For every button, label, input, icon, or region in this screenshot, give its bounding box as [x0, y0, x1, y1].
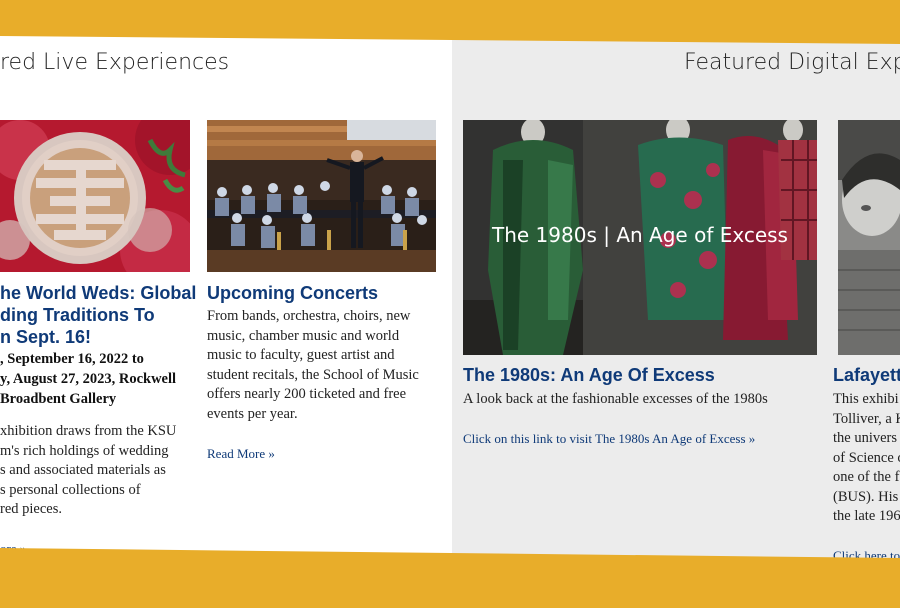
wedding-title-line: ding Traditions To [0, 305, 155, 325]
concerts-card-title[interactable]: Upcoming Concerts [207, 282, 378, 304]
concerts-desc-line: music, chamber music and world [207, 327, 400, 344]
wedding-desc-line: red pieces. [0, 501, 62, 517]
wedding-date-line: Broadbent Gallery [0, 391, 117, 407]
eighties-card-description: A look back at the fashionable excesses … [463, 391, 768, 407]
bottom-frame-band [0, 548, 900, 608]
lafayette-desc-line: This exhibi [833, 391, 899, 407]
wedding-title-line: n Sept. 16! [0, 327, 92, 347]
wedding-card-title[interactable]: he World Weds: Global ding Traditions To… [0, 282, 196, 348]
wedding-card-description: xhibition draws from the KSU m's rich ho… [0, 422, 176, 520]
eighties-visit-link[interactable]: Click on this link to visit The 1980s An… [463, 431, 755, 447]
concerts-card-description: From bands, orchestra, choirs, new music… [207, 307, 419, 424]
concerts-desc-line: events per year. [207, 405, 298, 422]
concerts-desc-line: From bands, orchestra, choirs, new [207, 308, 411, 324]
eighties-card-title[interactable]: The 1980s: An Age Of Excess [463, 364, 715, 386]
wedding-desc-line: m's rich holdings of wedding [0, 442, 169, 459]
digital-experiences-heading: Featured Digital Exper [684, 50, 900, 75]
concerts-read-more-link[interactable]: Read More » [207, 446, 275, 462]
concerts-desc-line: student recitals, the School of Music [207, 366, 419, 383]
wedding-date-line: , September 16, 2022 to [0, 351, 144, 367]
lafayette-card-description: This exhibi Tolliver, a K the univers of… [833, 390, 900, 527]
wedding-desc-line: xhibition draws from the KSU [0, 423, 177, 439]
lafayette-desc-line: one of the f [833, 469, 900, 485]
wedding-desc-line: s personal collections of [0, 481, 141, 498]
wedding-card-dates: , September 16, 2022 to y, August 27, 20… [0, 349, 176, 409]
wedding-embroidery-image[interactable] [0, 120, 190, 272]
wedding-title-line: he World Weds: Global [0, 283, 197, 303]
concert-image[interactable] [207, 120, 436, 272]
wedding-desc-line: s and associated materials as [0, 462, 166, 478]
live-experiences-heading: red Live Experiences [0, 50, 230, 75]
lafayette-desc-line: the late 196 [833, 508, 900, 524]
page: red Live Experiences Featured Digital Ex… [0, 0, 900, 608]
concerts-desc-line: music to faculty, guest artist and [207, 347, 395, 363]
concerts-desc-line: offers nearly 200 ticketed and free [207, 386, 407, 402]
wedding-date-line: y, August 27, 2023, Rockwell [0, 371, 177, 387]
lafayette-desc-line: the univers [833, 430, 898, 446]
lafayette-desc-line: Tolliver, a K [833, 410, 900, 427]
lafayette-portrait-image[interactable] [838, 120, 900, 355]
eighties-image-overlay-text: The 1980s | An Age of Excess [492, 223, 788, 247]
eighties-exhibit-image[interactable]: The 1980s | An Age of Excess [463, 120, 817, 355]
lafayette-desc-line: (BUS). His p [833, 488, 900, 505]
lafayette-desc-line: of Science c [833, 449, 900, 466]
lafayette-card-title[interactable]: Lafayett [833, 364, 900, 386]
